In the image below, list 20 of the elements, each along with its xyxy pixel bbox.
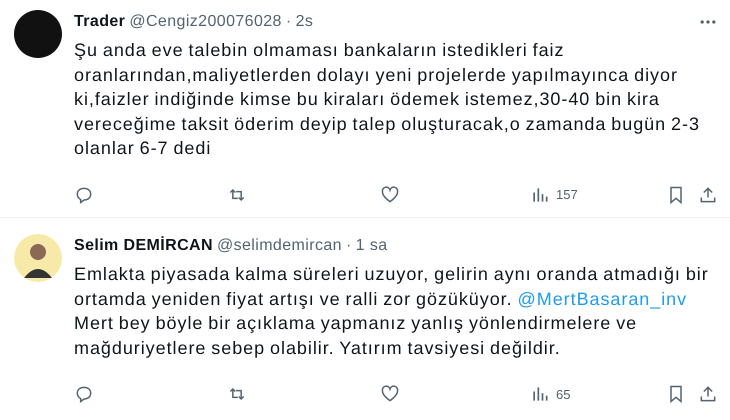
author-handle[interactable]: @selimdemircan — [216, 237, 342, 255]
heart-icon[interactable] — [380, 384, 400, 404]
post-time[interactable]: 2s — [296, 13, 314, 31]
reply-icon[interactable] — [74, 384, 94, 404]
heart-icon[interactable] — [380, 184, 400, 204]
view-count[interactable]: 157 — [556, 187, 578, 202]
author-name[interactable]: Selim DEMİRCAN — [74, 237, 213, 255]
reply-icon[interactable] — [74, 184, 94, 204]
dot-separator: · — [286, 13, 292, 31]
tweet-text: Emlakta piyasada kalma süreleri uzuyor, gelirin aynı oranda atmadığı bir ortamda yeniden fiyat artışı ve ralli zor gözüküyor. @MertBasaran_inv Mert bey böyle bir açıklama yapmanız yanlış yönlendirmelere ve mağduriyetlere sebep olabilir. Yatırım tavsiyesi değildir. — [74, 263, 710, 360]
avatar-silhouette-icon[interactable] — [14, 234, 62, 282]
tweet-text: Şu anda eve talebin olmaması bankaların istedikleri faiz oranlarından,maliyetlerden dolayı yeni projelerde yapılmayınca diyor ki,faizler indiğinde kimse bu kiraları ödemek istemez,30-40 bin kira vereceğime taksit öderim deyip talep oluşturacak,o zamanda bugün 2-3 olanlar 6-7 dedi — [74, 39, 701, 160]
share-icon[interactable] — [698, 184, 718, 204]
share-icon[interactable] — [698, 384, 718, 404]
dot-separator: · — [346, 237, 352, 255]
author-name[interactable]: Trader — [74, 13, 126, 31]
view-count[interactable]: 65 — [556, 386, 570, 402]
avatar-photo-placeholder[interactable] — [14, 10, 62, 58]
post-time[interactable]: 1 sa — [356, 237, 388, 255]
author-handle[interactable]: @Cengiz200076028 — [129, 13, 282, 31]
